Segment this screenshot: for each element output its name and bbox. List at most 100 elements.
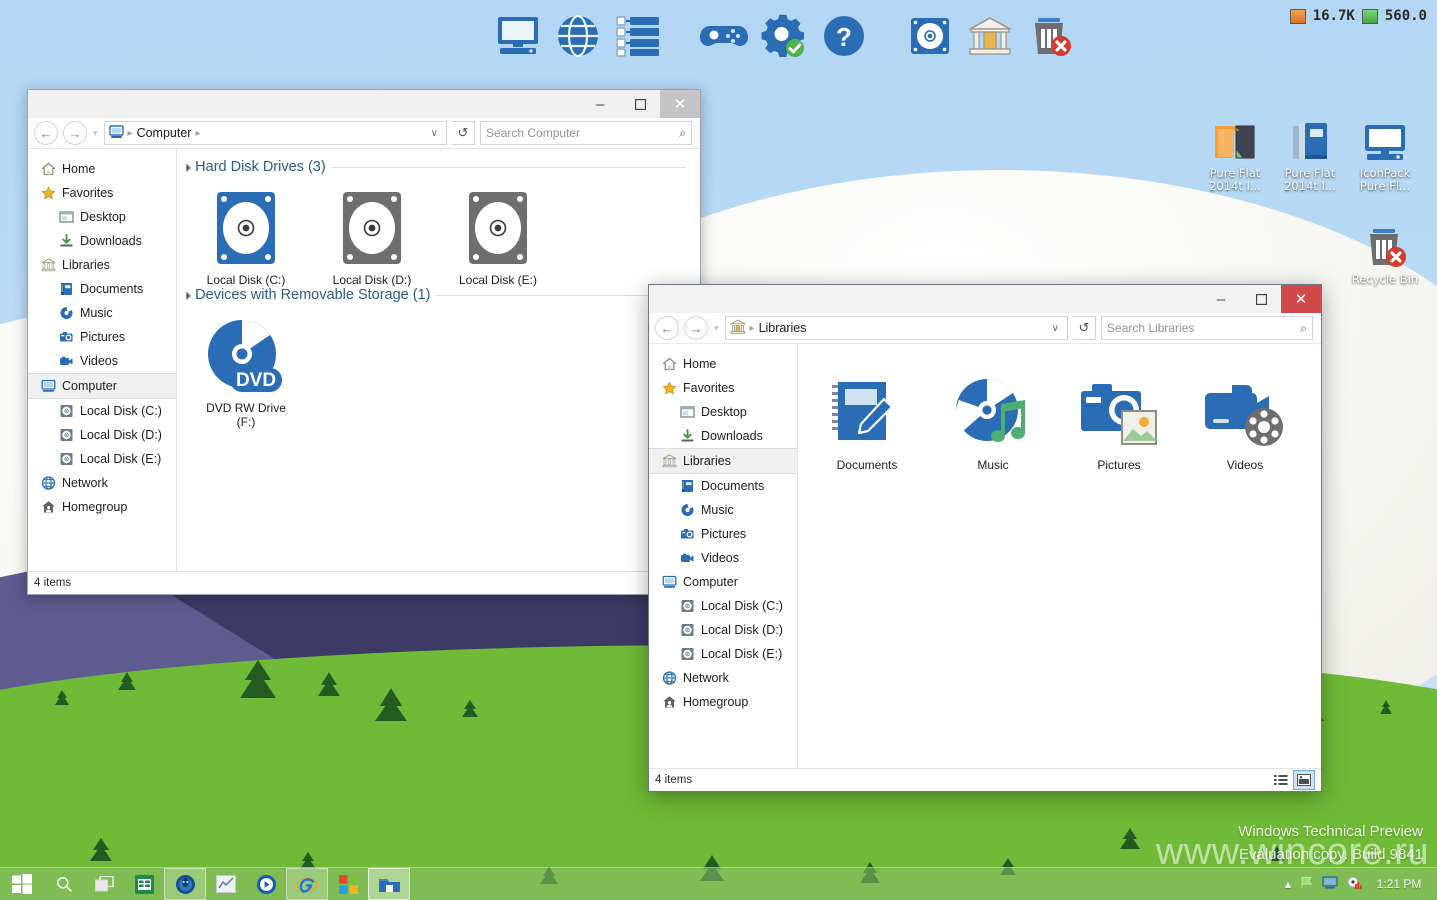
library-tile[interactable]: Videos (1190, 370, 1300, 472)
content-pane[interactable]: Documents Music Pictures Videos (798, 344, 1321, 768)
sidebar-item-local-disk-d[interactable]: Local Disk (D:) (28, 423, 176, 447)
taskbar[interactable]: ▴ 1:21 PM (0, 867, 1437, 900)
sidebar-item-documents[interactable]: Documents (28, 277, 176, 301)
globe-icon[interactable] (550, 8, 606, 64)
forward-button[interactable]: → (684, 316, 708, 340)
history-dropdown-icon[interactable]: ▾ (92, 128, 99, 139)
taskbar-chart-icon[interactable] (206, 869, 246, 899)
content-pane[interactable]: ◢ Hard Disk Drives (3) Local Disk (C:) L… (177, 149, 700, 571)
taskbar-file-explorer-icon[interactable] (368, 868, 410, 900)
hierarchy-list-icon[interactable] (610, 8, 666, 64)
tray-network-icon[interactable] (1322, 876, 1338, 892)
sidebar-item-pictures[interactable]: Pictures (649, 522, 797, 546)
group-header[interactable]: ◢ Devices with Removable Storage (1) (177, 287, 700, 303)
back-button[interactable]: ← (655, 316, 679, 340)
collapse-triangle-icon[interactable]: ◢ (181, 162, 192, 173)
taskbar-taskview-icon[interactable] (84, 869, 124, 899)
sidebar-item-downloads[interactable]: Downloads (649, 424, 797, 448)
taskbar-internet-explorer-icon[interactable] (286, 868, 328, 900)
history-dropdown-icon[interactable]: ▾ (713, 323, 720, 334)
taskbar-excel-icon[interactable] (124, 869, 164, 899)
sidebar-item-desktop[interactable]: Desktop (28, 205, 176, 229)
drive-tile[interactable]: Local Disk (C:) (191, 185, 301, 287)
library-tile[interactable]: Documents (812, 370, 922, 472)
tray-flag-icon[interactable] (1300, 876, 1313, 892)
forward-button[interactable]: → (63, 121, 87, 145)
sidebar-item-homegroup[interactable]: Homegroup (28, 495, 176, 519)
titlebar[interactable]: – ✕ (28, 90, 700, 118)
sidebar-item-libraries[interactable]: Libraries (28, 253, 176, 277)
breadcrumb-separator-trailing[interactable]: ▸ (195, 128, 200, 139)
explorer-window-libraries[interactable]: – ✕ ← → ▾ ▸ Libraries ∨ ↺ Search Librari… (648, 284, 1322, 792)
sidebar-item-favorites[interactable]: Favorites (649, 376, 797, 400)
explorer-window-computer[interactable]: – ✕ ← → ▾ ▸ Computer ▸ ∨ ↺ Search Comput… (27, 89, 701, 595)
search-input[interactable]: Search Libraries ⌕ (1101, 316, 1313, 340)
navigation-pane[interactable]: Home Favorites Desktop Downloads Libraries Do… (28, 149, 177, 571)
address-dropdown-icon[interactable]: ∨ (431, 128, 442, 139)
trash-delete-icon[interactable] (1022, 8, 1078, 64)
sidebar-item-network[interactable]: Network (649, 666, 797, 690)
breadcrumb-current[interactable]: Computer (137, 126, 192, 140)
drive-tile[interactable]: Local Disk (D:) (317, 185, 427, 287)
maximize-button[interactable] (620, 90, 660, 118)
address-dropdown-icon[interactable]: ∨ (1052, 323, 1063, 334)
disk-icon[interactable] (902, 8, 958, 64)
details-view-button[interactable] (1271, 771, 1291, 789)
library-bank-icon[interactable] (962, 8, 1018, 64)
desktop-icon-monitor[interactable]: IconPack Pure Fl... (1336, 112, 1434, 193)
refresh-button[interactable]: ↺ (452, 121, 475, 145)
large-icons-view-button[interactable] (1293, 770, 1315, 790)
navigation-pane[interactable]: Home Favorites Desktop Downloads Libraries Do… (649, 344, 798, 768)
sidebar-item-libraries[interactable]: Libraries (649, 448, 797, 474)
monitor-icon[interactable] (490, 8, 546, 64)
titlebar[interactable]: – ✕ (649, 285, 1321, 313)
sidebar-item-documents[interactable]: Documents (649, 474, 797, 498)
start-button[interactable] (0, 868, 44, 900)
breadcrumb-current[interactable]: Libraries (759, 321, 807, 335)
sidebar-item-videos[interactable]: Videos (649, 546, 797, 570)
close-button[interactable]: ✕ (660, 90, 700, 118)
tray-volume-icon[interactable] (1347, 876, 1362, 893)
taskbar-search-icon[interactable] (44, 869, 84, 899)
library-tile[interactable]: Pictures (1064, 370, 1174, 472)
sidebar-item-local-disk-d[interactable]: Local Disk (D:) (649, 618, 797, 642)
taskbar-windows-store-icon[interactable] (328, 869, 368, 899)
drive-tile[interactable]: DVD DVD RW Drive (F:) (191, 313, 301, 429)
collapse-triangle-icon[interactable]: ◢ (181, 290, 192, 301)
sidebar-item-homegroup[interactable]: Homegroup (649, 690, 797, 714)
address-bar[interactable]: ▸ Libraries ∨ (724, 316, 1068, 340)
minimize-button[interactable]: – (1201, 285, 1241, 313)
sidebar-item-local-disk-c[interactable]: Local Disk (C:) (649, 594, 797, 618)
sidebar-item-local-disk-c[interactable]: Local Disk (C:) (28, 399, 176, 423)
sidebar-item-videos[interactable]: Videos (28, 349, 176, 373)
sidebar-item-home[interactable]: Home (28, 157, 176, 181)
sidebar-item-home[interactable]: Home (649, 352, 797, 376)
search-input[interactable]: Search Computer ⌕ (480, 121, 692, 145)
close-button[interactable]: ✕ (1281, 285, 1321, 313)
sidebar-item-downloads[interactable]: Downloads (28, 229, 176, 253)
refresh-button[interactable]: ↺ (1073, 316, 1096, 340)
group-header[interactable]: ◢ Hard Disk Drives (3) (177, 159, 700, 175)
taskbar-clock[interactable]: 1:21 PM (1371, 877, 1427, 891)
taskbar-globe-icon[interactable] (164, 868, 206, 900)
address-bar[interactable]: ▸ Computer ▸ ∨ (103, 121, 447, 145)
sidebar-item-desktop[interactable]: Desktop (649, 400, 797, 424)
sidebar-item-music[interactable]: Music (649, 498, 797, 522)
desktop-icon-recycle-bin[interactable]: Recycle Bin (1336, 218, 1434, 286)
sidebar-item-network[interactable]: Network (28, 471, 176, 495)
drive-tile[interactable]: Local Disk (E:) (443, 185, 553, 287)
back-button[interactable]: ← (34, 121, 58, 145)
minimize-button[interactable]: – (580, 90, 620, 118)
sidebar-item-local-disk-e[interactable]: Local Disk (E:) (28, 447, 176, 471)
library-tile[interactable]: Music (938, 370, 1048, 472)
tray-show-hidden-icon[interactable]: ▴ (1285, 877, 1291, 891)
maximize-button[interactable] (1241, 285, 1281, 313)
sidebar-item-pictures[interactable]: Pictures (28, 325, 176, 349)
help-question-icon[interactable]: ? (816, 8, 872, 64)
sidebar-item-local-disk-e[interactable]: Local Disk (E:) (649, 642, 797, 666)
gamepad-icon[interactable] (696, 8, 752, 64)
sidebar-item-computer[interactable]: Computer (28, 373, 176, 399)
sidebar-item-music[interactable]: Music (28, 301, 176, 325)
sidebar-item-computer[interactable]: Computer (649, 570, 797, 594)
taskbar-mediaplayer-icon[interactable] (246, 869, 286, 899)
